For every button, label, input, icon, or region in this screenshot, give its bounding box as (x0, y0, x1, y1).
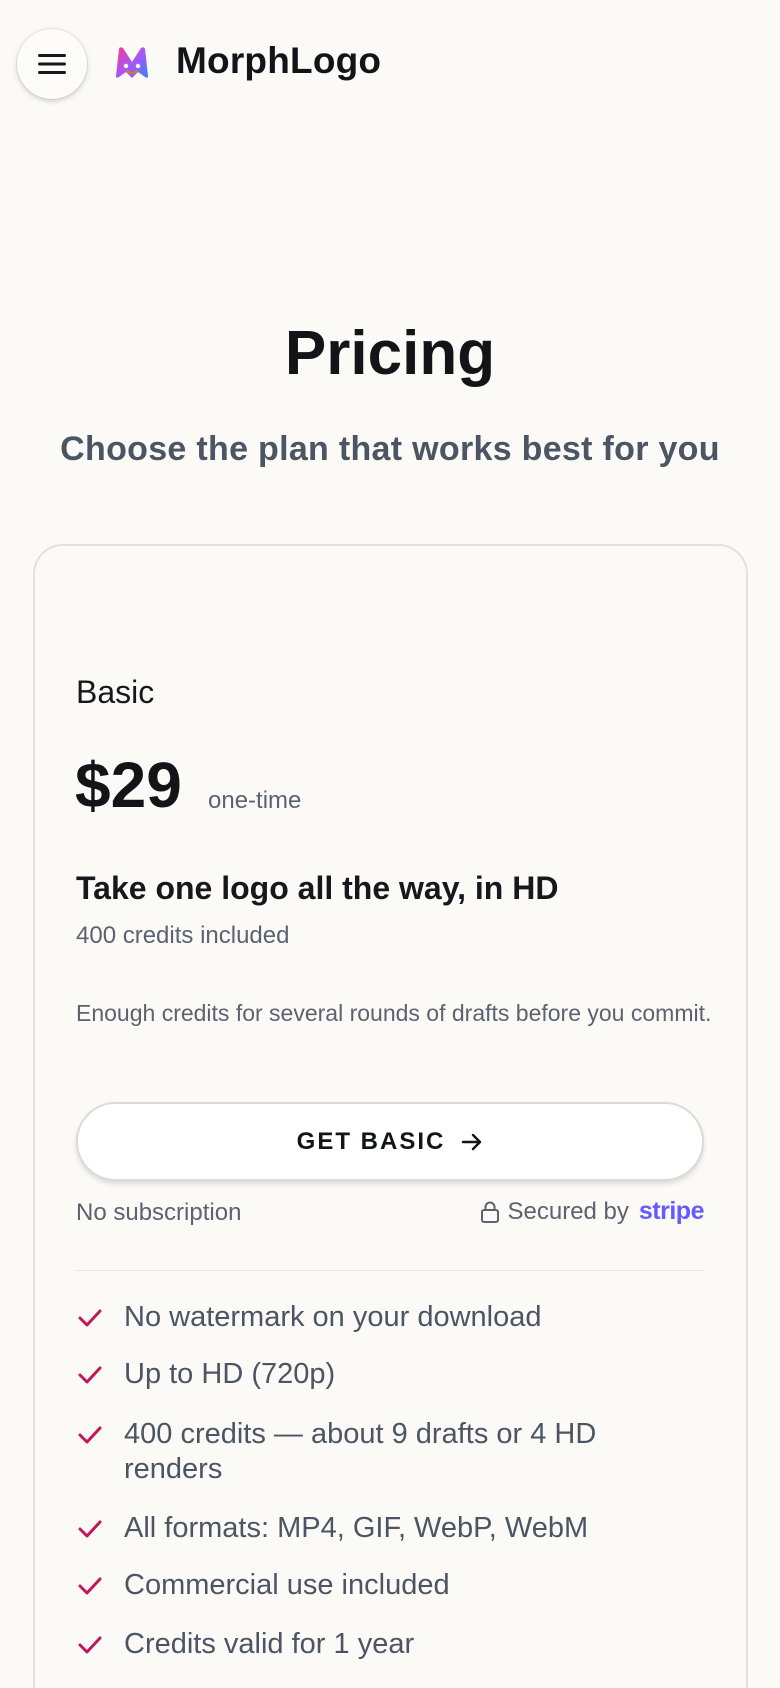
feature-text: All formats: MP4, GIF, WebP, WebM (124, 1512, 589, 1544)
price-term: one-time (208, 787, 302, 814)
page-title: Pricing (284, 319, 496, 388)
feature-item: 400 credits — about 9 drafts or 4 HD ren… (76, 1417, 716, 1487)
check-icon (78, 1309, 102, 1327)
check-icon (78, 1366, 102, 1384)
arrow-right-icon (461, 1132, 483, 1152)
get-basic-button[interactable]: GET BASIC (76, 1102, 704, 1181)
secured-by-label: Secured by (507, 1197, 629, 1225)
brand-name[interactable]: MorphLogo (176, 40, 381, 82)
morphlogo-logo-icon[interactable] (112, 44, 152, 80)
check-icon (78, 1426, 102, 1444)
feature-text: Up to HD (720p) (124, 1358, 336, 1390)
lock-icon (480, 1201, 499, 1223)
no-subscription-note: No subscription (76, 1199, 242, 1226)
plan-headline: Take one logo all the way, in HD (76, 870, 559, 906)
plan-description: Enough credits for several rounds of dra… (76, 1000, 712, 1026)
feature-item: Commercial use included (76, 1568, 716, 1603)
feature-text: Commercial use included (124, 1569, 450, 1601)
check-icon (78, 1520, 102, 1538)
feature-item: Credits valid for 1 year (76, 1627, 716, 1662)
check-icon (78, 1577, 102, 1595)
secured-by-stripe: Secured by stripe (480, 1197, 705, 1226)
feature-item: All formats: MP4, GIF, WebP, WebM (76, 1511, 716, 1546)
feature-item: No watermark on your download (76, 1300, 716, 1335)
pricing-page: MorphLogo Pricing Choose the plan that w… (0, 0, 780, 1688)
check-icon (78, 1636, 102, 1654)
feature-item: Up to HD (720p) (76, 1357, 716, 1392)
feature-text: 400 credits — about 9 drafts or 4 HD ren… (124, 1418, 597, 1485)
feature-text: Credits valid for 1 year (124, 1628, 415, 1660)
divider (76, 1270, 704, 1271)
page-subtitle: Choose the plan that works best for you (60, 430, 720, 468)
menu-button[interactable] (17, 29, 87, 99)
stripe-logo: stripe (638, 1197, 705, 1225)
hamburger-menu-icon (38, 54, 66, 74)
credits-included: 400 credits included (76, 922, 290, 949)
get-basic-label: GET BASIC (296, 1127, 446, 1155)
plan-name: Basic (76, 674, 155, 710)
plan-price: $29 (75, 749, 182, 821)
feature-text: No watermark on your download (124, 1301, 542, 1333)
top-bar: MorphLogo (0, 0, 780, 130)
